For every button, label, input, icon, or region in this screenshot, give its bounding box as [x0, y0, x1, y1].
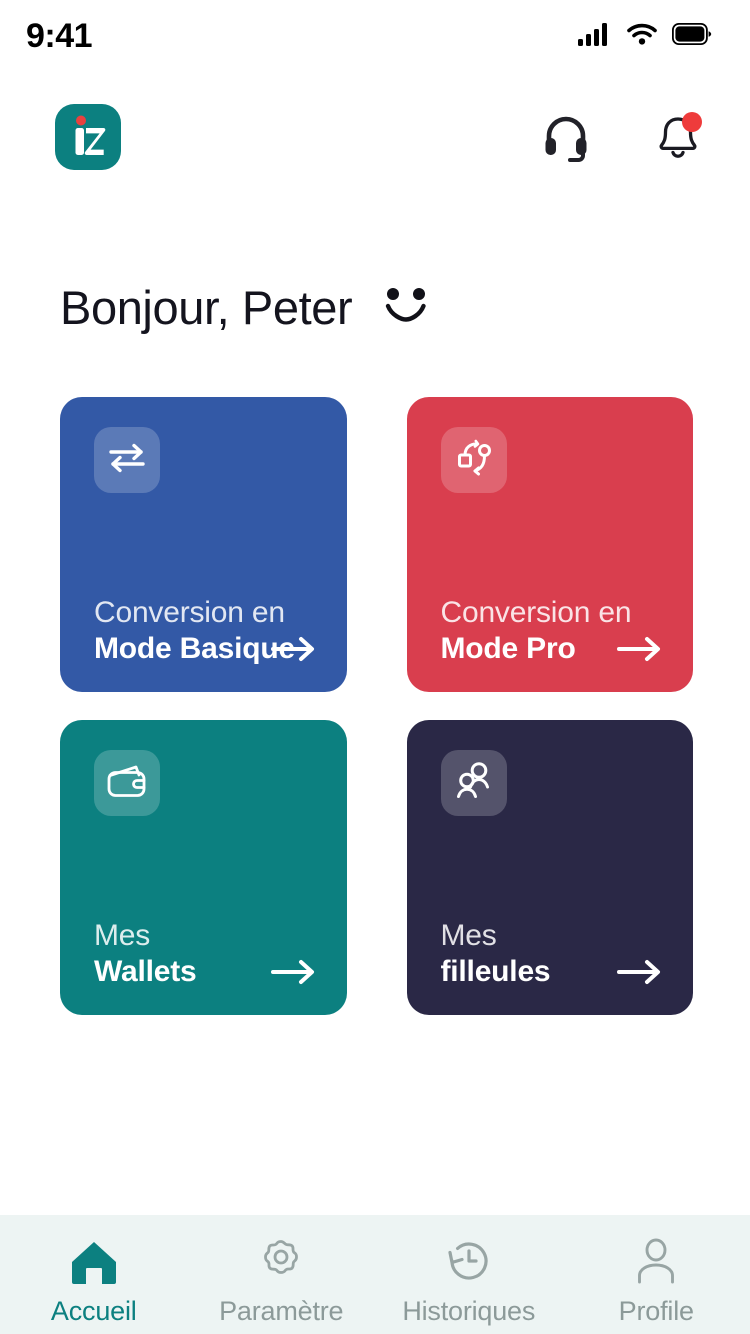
- mes-filleules-card[interactable]: Mes filleules: [406, 720, 693, 1015]
- wifi-icon: [626, 22, 658, 51]
- tab-label: Paramètre: [219, 1296, 344, 1326]
- card-arrow-icon[interactable]: [617, 955, 663, 989]
- tab-label: Profile: [618, 1296, 694, 1326]
- two-people-icon: [452, 760, 496, 807]
- card-icon-badge: [440, 750, 507, 816]
- exchange-arrows-icon: [105, 438, 149, 483]
- notification-badge-dot: [682, 112, 702, 132]
- greeting-text: Bonjour, Peter: [60, 281, 353, 334]
- app-screen: 9:41 Bonjour, Peter Conversion en Mode B…: [0, 0, 750, 1334]
- home-icon: [68, 1237, 120, 1287]
- conversion-mode-basique-card[interactable]: Conversion en Mode Basique: [60, 397, 347, 692]
- support-headset-icon[interactable]: [540, 111, 592, 163]
- history-icon: [443, 1237, 495, 1287]
- smiley-face-icon: [378, 283, 434, 332]
- person-icon: [630, 1237, 682, 1287]
- status-bar: 9:41: [0, 0, 750, 72]
- card-arrow-icon[interactable]: [270, 955, 317, 989]
- card-arrow-icon[interactable]: [617, 632, 663, 666]
- gear-icon: [255, 1237, 307, 1287]
- cellular-signal-icon: [578, 22, 612, 51]
- tab-profile[interactable]: Profile: [563, 1237, 750, 1327]
- conversion-mode-pro-card[interactable]: Conversion en Mode Pro: [406, 397, 693, 692]
- vector-path-icon: [452, 437, 496, 484]
- mes-wallets-card[interactable]: Mes Wallets: [60, 720, 347, 1015]
- tab-parametre[interactable]: Paramètre: [188, 1237, 376, 1327]
- izichange-logo[interactable]: [55, 104, 121, 170]
- card-icon-badge: [440, 427, 507, 493]
- card-line-1: Mes: [94, 919, 151, 953]
- header-actions: [540, 111, 704, 163]
- tab-label: Historiques: [402, 1296, 536, 1326]
- wallet-icon: [104, 761, 150, 806]
- app-header: [0, 72, 750, 202]
- card-icon-badge: [94, 750, 160, 816]
- status-bar-icons: [578, 22, 712, 51]
- tab-label: Accueil: [50, 1296, 137, 1326]
- tab-historiques[interactable]: Historiques: [375, 1237, 563, 1327]
- action-card-grid: Conversion en Mode Basique Conversion en…: [0, 335, 750, 1015]
- battery-icon: [671, 22, 712, 50]
- greeting-row: Bonjour, Peter: [0, 202, 750, 335]
- tab-accueil[interactable]: Accueil: [0, 1237, 188, 1327]
- card-line-1: Mes: [440, 919, 497, 953]
- card-line-1: Conversion en: [440, 596, 632, 630]
- notifications-bell-icon[interactable]: [652, 111, 704, 163]
- status-time: 9:41: [26, 16, 93, 55]
- card-icon-badge: [94, 427, 160, 493]
- card-arrow-icon[interactable]: [270, 632, 317, 666]
- card-line-1: Conversion en: [94, 596, 285, 630]
- bottom-navigation: Accueil Paramètre Historiques Profile: [0, 1215, 750, 1334]
